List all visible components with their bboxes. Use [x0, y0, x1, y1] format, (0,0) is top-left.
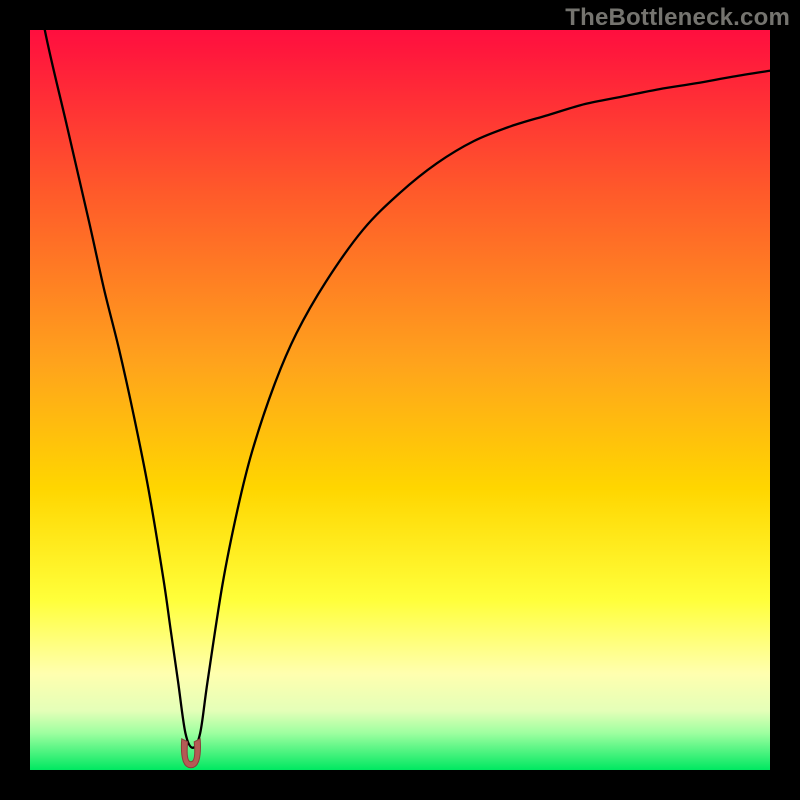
- gradient-background: [30, 30, 770, 770]
- chart-plot-area: [30, 30, 770, 770]
- chart-svg: [30, 30, 770, 770]
- chart-frame: TheBottleneck.com: [0, 0, 800, 800]
- watermark-text: TheBottleneck.com: [565, 4, 790, 32]
